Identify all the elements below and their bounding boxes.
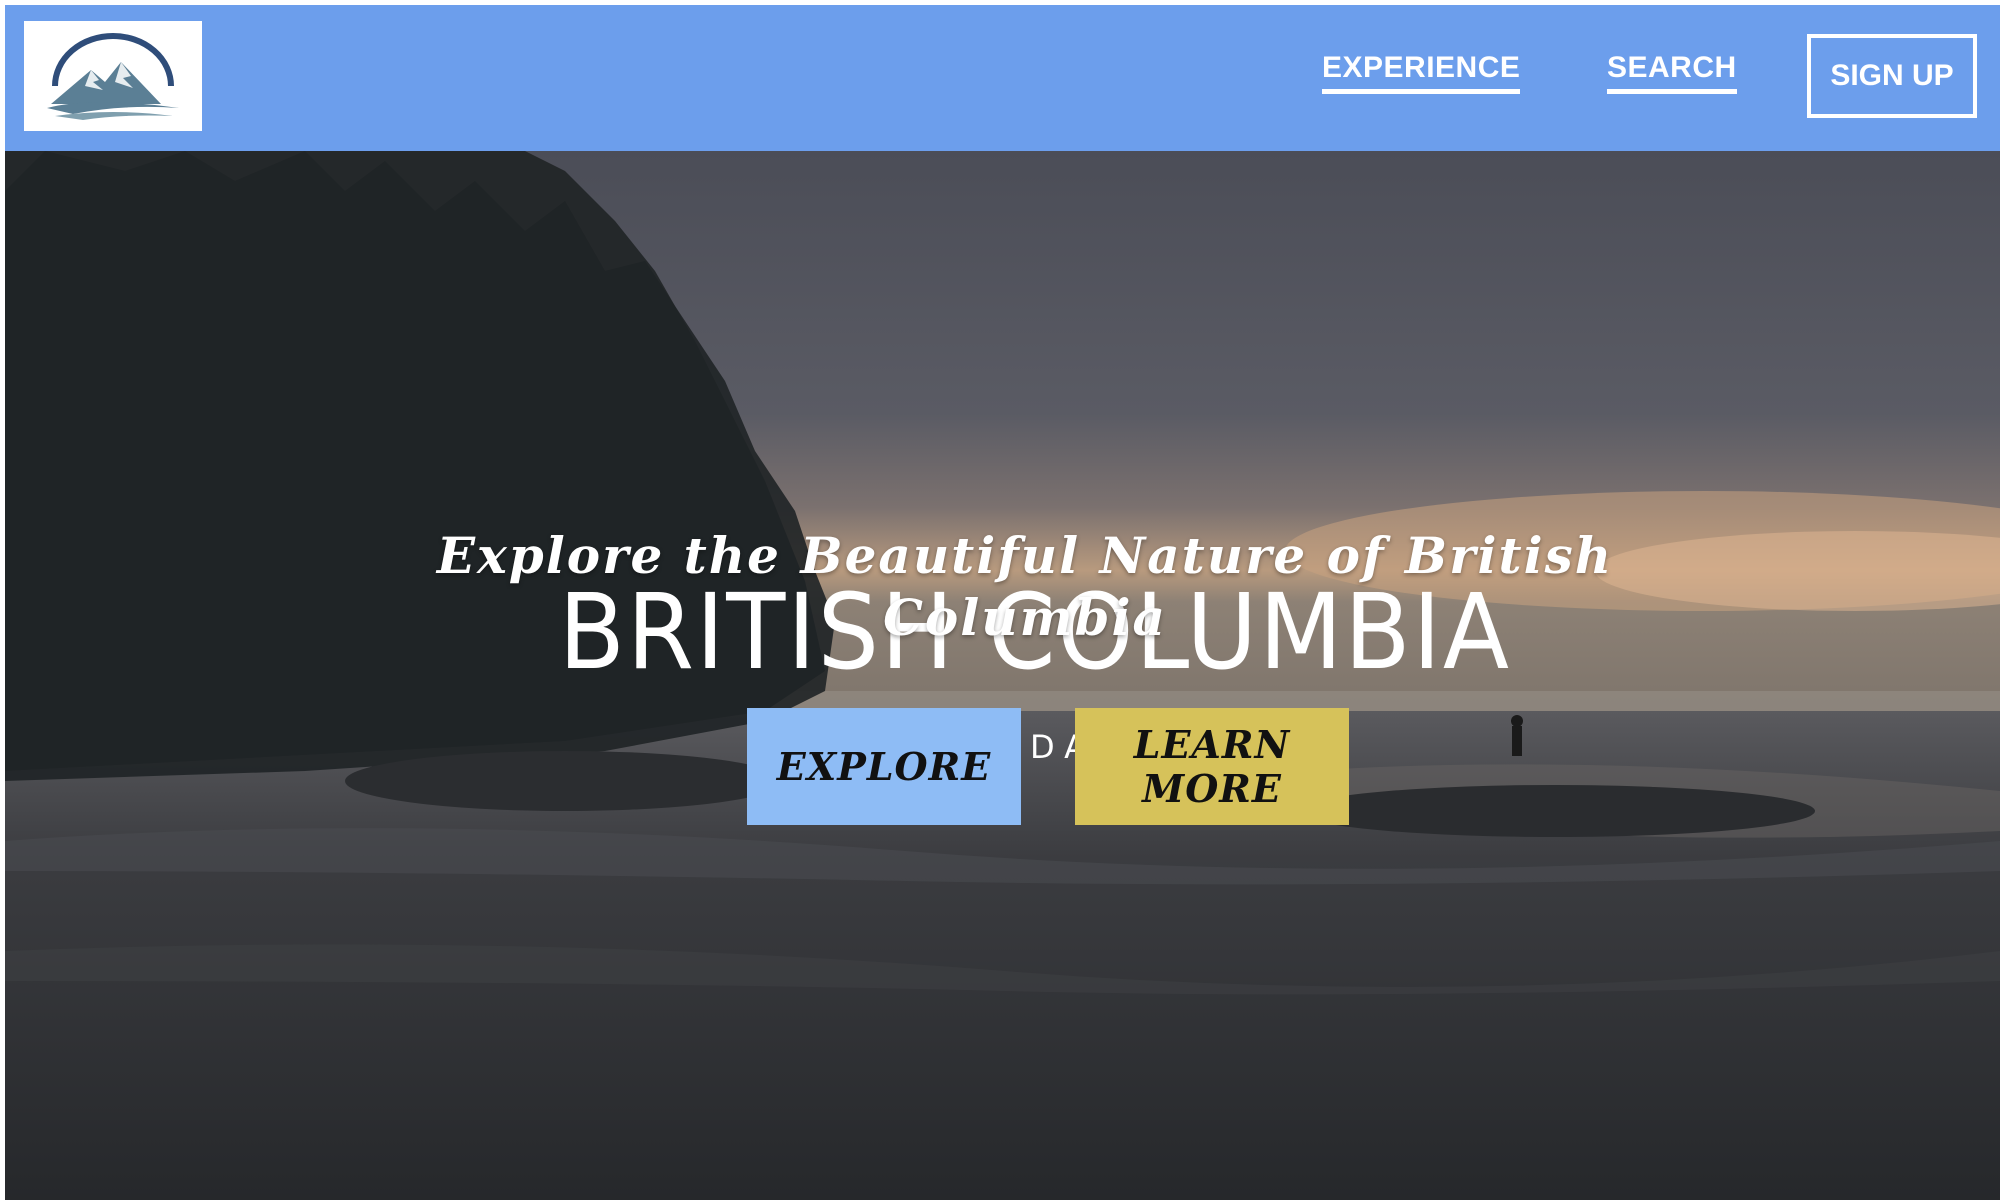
site-logo[interactable]	[24, 21, 202, 131]
nav-link-experience[interactable]: EXPERIENCE	[1322, 51, 1521, 94]
hero-title: Explore the Beautiful Nature of British …	[436, 525, 1614, 647]
hero-section: BRITISH COLUMBIA DA Explore the Beautifu…	[5, 151, 2000, 1200]
mountain-logo-icon	[47, 33, 179, 120]
sign-up-button[interactable]: SIGN UP	[1807, 34, 1977, 118]
top-navbar: EXPERIENCE SEARCH SIGN UP	[5, 5, 2000, 151]
nav-link-search[interactable]: SEARCH	[1607, 51, 1737, 94]
page-frame: EXPERIENCE SEARCH SIGN UP BRITISH COLUMB…	[5, 5, 2000, 1200]
explore-button[interactable]: EXPLORE	[747, 708, 1021, 825]
learn-more-button[interactable]: LEARN MORE	[1075, 708, 1349, 825]
